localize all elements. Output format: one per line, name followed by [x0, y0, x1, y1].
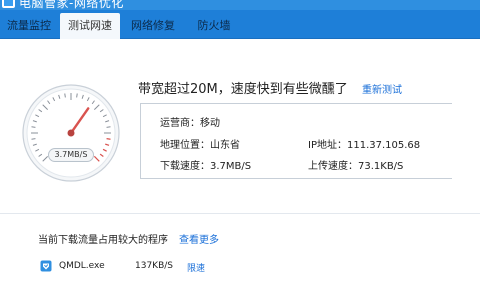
qmdl-app-icon: [40, 260, 52, 272]
gauge-tick: [31, 138, 36, 140]
program-rate: 137KB/S: [135, 261, 173, 271]
download-speed-info: 下载速度：3.7MB/S: [160, 161, 252, 172]
top-programs-title: 当前下载流量占用较大的程序: [38, 235, 168, 246]
view-more-link[interactable]: 查看更多: [179, 231, 219, 246]
gauge-tick: [31, 126, 36, 128]
tab-traffic-monitor[interactable]: 流量监控: [0, 13, 58, 39]
gauge-tick: [106, 126, 111, 128]
pc-manager-logo-icon: [2, 0, 15, 8]
gauge-speed-readout: 3.7MB/S: [48, 148, 94, 162]
tab-bar: 流量监控 测试网速 网络修复 防火墙: [0, 10, 480, 39]
location-info: 地理位置：山东省: [160, 140, 240, 151]
retest-link[interactable]: 重新测试: [362, 81, 402, 96]
gauge-tick: [106, 138, 111, 140]
limit-speed-button[interactable]: 限速: [187, 261, 205, 274]
tab-network-repair[interactable]: 网络修复: [122, 13, 184, 39]
tab-speed-test[interactable]: 测试网速: [60, 13, 120, 39]
title-bar: 电脑管家-网络优化: [0, 0, 480, 10]
isp-info: 运营商：移动: [160, 118, 220, 129]
window-title: 电脑管家-网络优化: [19, 0, 124, 10]
speed-result-headline: 带宽超过20M，速度快到有些微醺了: [138, 82, 348, 97]
gauge-hub: [67, 129, 75, 137]
speed-gauge: [20, 82, 122, 184]
program-name: QMDL.exe: [59, 261, 105, 271]
ip-info: IP地址：111.37.105.68: [308, 140, 421, 151]
upload-speed-info: 上传速度：73.1KB/S: [308, 161, 404, 172]
tab-firewall[interactable]: 防火墙: [186, 13, 242, 39]
section-divider: [0, 213, 480, 214]
gauge-tick: [76, 93, 78, 98]
gauge-tick: [64, 93, 66, 98]
